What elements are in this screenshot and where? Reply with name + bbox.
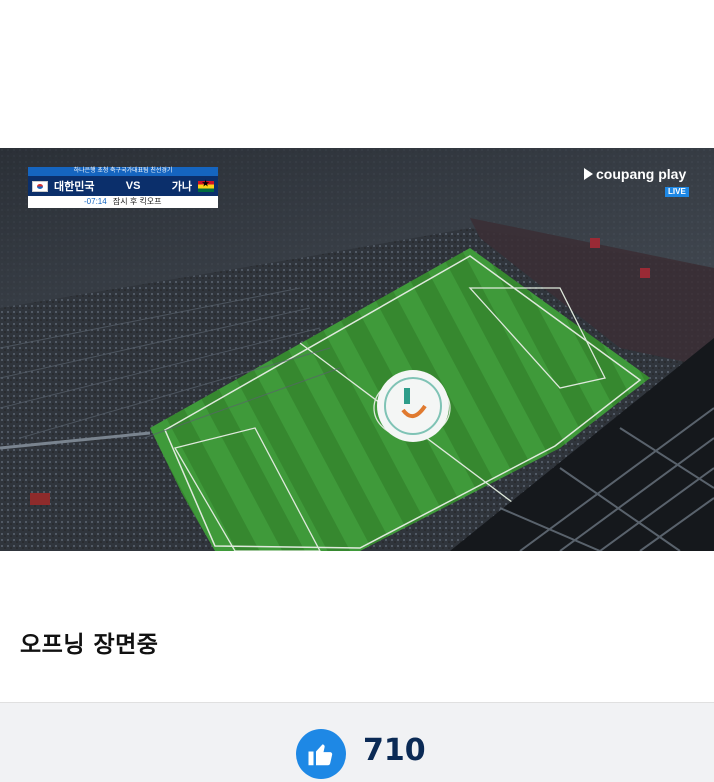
away-team: 가나 [172,178,214,194]
home-team-name: 대한민국 [54,181,95,193]
match-clock: -07:14 [84,197,107,206]
broadcaster-logo: coupang play LIVE [584,166,689,197]
stadium-image [0,148,714,551]
thumbs-up-icon [308,744,333,766]
ghana-flag-icon [197,179,214,192]
broadcaster-name: coupang play [596,166,687,182]
korea-flag-icon [32,180,48,192]
scoreboard: 하나은행 초청 축구국가대표팀 친선경기 대한민국 VS 가나 -07:14 잠… [28,167,218,208]
vs-label: VS [125,180,141,192]
match-status: 잠시 후 킥오프 [112,197,162,206]
coupang-play-logo: coupang play [584,166,686,182]
away-team-name: 가나 [171,181,192,193]
scoreboard-teams: 대한민국 VS 가나 [28,176,218,196]
like-button[interactable] [296,729,346,779]
like-count: 710 [363,733,426,768]
home-team: 대한민국 [32,178,94,194]
top-blank-area [0,0,714,148]
scoreboard-sponsor: 하나은행 초청 축구국가대표팀 친선경기 [28,167,218,176]
play-icon [584,168,593,180]
scoreboard-time: -07:14 잠시 후 킥오프 [28,196,218,208]
live-badge: LIVE [665,187,689,197]
like-bar: 710 [0,702,714,782]
video-player[interactable]: 하나은행 초청 축구국가대표팀 친선경기 대한민국 VS 가나 -07:14 잠… [0,148,714,551]
post-caption: 오프닝 장면중 [20,632,159,658]
